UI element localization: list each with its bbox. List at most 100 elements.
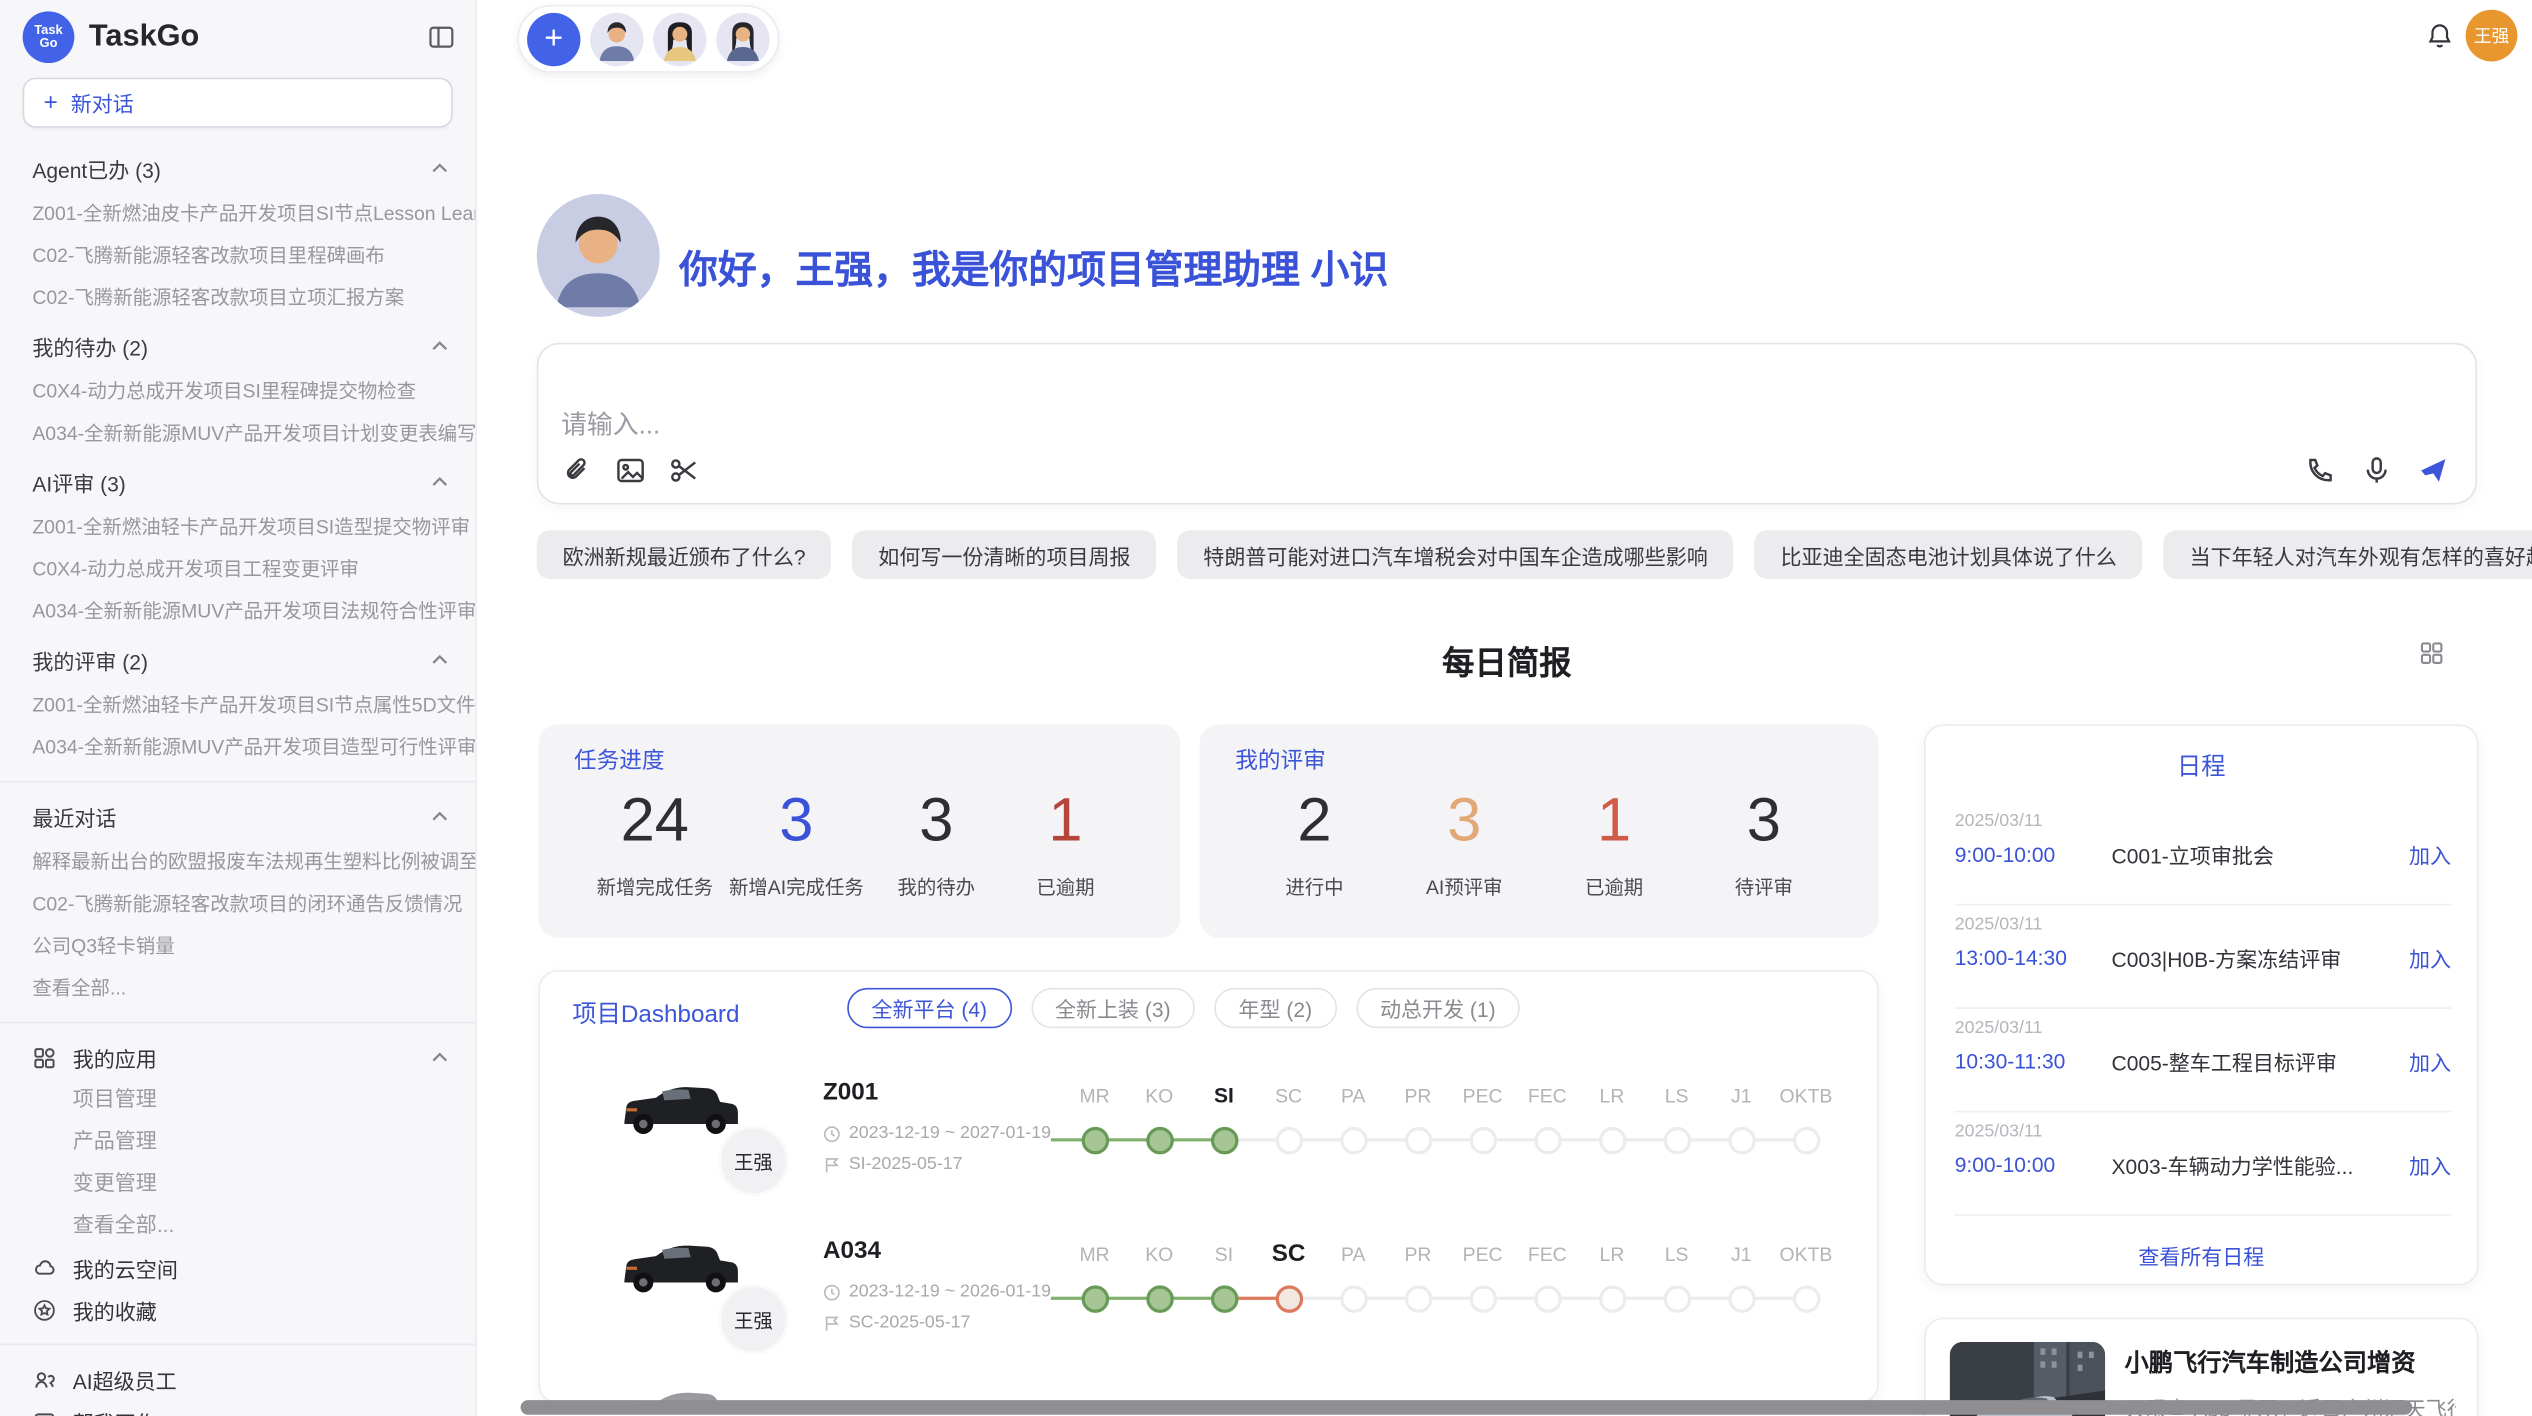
suggestion-chip[interactable]: 特朗普可能对进口汽车增税会对中国车企造成哪些影响 [1177,530,1733,579]
section-my-review[interactable]: 我的评审 (2) [0,639,475,681]
mic-icon[interactable] [2361,454,2393,486]
sidebar-task-item[interactable]: A034-全新新能源MUV产品开发项目造型可行性评审 [0,726,475,768]
milestone-label: PA [1341,1078,1365,1114]
chevron-up-icon[interactable] [430,472,449,491]
stat-label: 已逾期 [1036,873,1094,900]
chevron-up-icon[interactable] [430,650,449,669]
notification-bell-icon[interactable] [2425,21,2454,50]
paperclip-icon[interactable] [561,454,593,486]
chevron-up-icon[interactable] [430,158,449,177]
assistant-avatar-1[interactable] [590,12,643,65]
app-item-change-mgmt[interactable]: 变更管理 [0,1162,475,1204]
stat-label: 进行中 [1285,873,1343,900]
sidebar-task-item[interactable]: C02-飞腾新能源轻客改款项目立项汇报方案 [0,276,475,318]
suggestion-chip[interactable]: 比亚迪全固态电池计划具体说了什么 [1755,530,2143,579]
user-avatar[interactable]: 王强 [2466,10,2518,62]
milestone-dot [1598,1127,1625,1154]
sidebar-task-item[interactable]: Z001-全新燃油轻卡产品开发项目SI节点属性5D文件评审 [0,684,475,726]
phone-icon[interactable] [2304,454,2336,486]
logo-line2: Go [40,37,58,51]
add-assistant-button[interactable]: + [527,12,580,65]
suggestion-chip[interactable]: 当下年轻人对汽车外观有怎样的喜好趋势 [2164,530,2532,579]
schedule-item[interactable]: 2025/03/11 9:00-10:00 C001-立项审批会 加入 [1955,812,2451,870]
section-agent-done[interactable]: Agent已办 (3) [0,147,475,189]
milestone: FEC [1515,1078,1580,1154]
app-item-project-mgmt[interactable]: 项目管理 [0,1078,475,1120]
view-all-schedule-link[interactable]: 查看所有日程 [1926,1240,2477,1271]
new-chat-button[interactable]: + 新对话 [23,78,453,128]
divider [1955,904,2451,906]
suggestion-chip[interactable]: 如何写一份清晰的项目周报 [852,530,1156,579]
assistant-avatar-3[interactable] [716,12,769,65]
milestone: OKTB [1774,1078,1839,1154]
apps-view-all[interactable]: 查看全部... [0,1205,475,1247]
milestone: KO [1127,1237,1192,1313]
schedule-event-title: C001-立项审批会 [2112,839,2409,870]
join-link[interactable]: 加入 [2409,1150,2451,1181]
milestone: PA [1321,1237,1386,1313]
layout-grid-icon[interactable] [2419,640,2445,666]
divider [0,1344,475,1346]
milestone-dot [1275,1127,1302,1154]
schedule-item[interactable]: 2025/03/11 13:00-14:30 C003|H0B-方案冻结评审 加… [1955,915,2451,973]
milestone-dot [1081,1285,1108,1312]
sidebar-item-help-me-write[interactable]: 帮我写作 [0,1400,475,1416]
app-item-product-mgmt[interactable]: 产品管理 [0,1120,475,1162]
join-link[interactable]: 加入 [2409,839,2451,870]
sidebar-task-item[interactable]: C0X4-动力总成开发项目工程变更评审 [0,548,475,590]
recent-chat-item[interactable]: 公司Q3轻卡销量 [0,925,475,967]
milestone-label: PEC [1463,1237,1503,1273]
sidebar-item-favorites[interactable]: 我的收藏 [0,1289,475,1331]
sidebar-task-item[interactable]: Z001-全新燃油轻卡产品开发项目SI造型提交物评审 [0,506,475,548]
milestone-dot [1728,1285,1755,1312]
sidebar-task-item[interactable]: Z001-全新燃油皮卡产品开发项目SI节点Lesson Learn报告 [0,192,475,234]
tab-new-platform[interactable]: 全新平台 (4) [847,988,1011,1028]
sidebar-task-item[interactable]: A034-全新新能源MUV产品开发项目法规符合性评审 [0,590,475,632]
sidebar-item-ai-super-staff[interactable]: AI超级员工 [0,1358,475,1400]
milestone-label: PEC [1463,1078,1503,1114]
milestone-dot [1404,1127,1431,1154]
message-input[interactable] [558,399,2181,451]
section-ai-review[interactable]: AI评审 (3) [0,461,475,503]
section-my-todo[interactable]: 我的待办 (2) [0,325,475,367]
recent-chat-item[interactable]: C02-飞腾新能源轻客改款项目的闭环通告反馈情况 [0,883,475,925]
schedule-time: 9:00-10:00 [1955,842,2112,866]
tab-new-body[interactable]: 全新上装 (3) [1031,988,1195,1028]
section-recent-chats[interactable]: 最近对话 [0,795,475,837]
project-code: Z001 [823,1078,878,1105]
sidebar-task-item[interactable]: C0X4-动力总成开发项目SI里程碑提交物检查 [0,370,475,412]
sidebar-task-item[interactable]: C02-飞腾新能源轻客改款项目里程碑画布 [0,234,475,276]
milestone-label: LR [1600,1078,1625,1114]
schedule-item[interactable]: 2025/03/11 10:30-11:30 C005-整车工程目标评审 加入 [1955,1019,2451,1077]
milestone: SC [1256,1078,1321,1154]
horizontal-scrollbar[interactable] [521,1400,2413,1415]
scissors-icon[interactable] [668,454,700,486]
stat-value: 3 [779,786,813,857]
schedule-title: 日程 [1926,749,2477,783]
recent-view-all[interactable]: 查看全部... [0,967,475,1009]
milestone-label: OKTB [1780,1078,1833,1114]
milestone-label: PR [1404,1237,1431,1273]
tab-powertrain[interactable]: 动总开发 (1) [1356,988,1520,1028]
chevron-up-icon[interactable] [430,336,449,355]
assistant-avatar-2[interactable] [653,12,706,65]
sidebar-item-my-apps[interactable]: 我的应用 [0,1036,475,1078]
recent-chat-item[interactable]: 解释最新出台的欧盟报废车法规再生塑料比例被调至15%... [0,841,475,883]
owner-name: 王强 [734,1306,773,1333]
project-next-milestone: SC-2025-05-17 [823,1313,970,1332]
schedule-date: 2025/03/11 [1955,1122,2451,1141]
collapse-sidebar-icon[interactable] [427,23,456,52]
milestone: LR [1580,1237,1645,1313]
join-link[interactable]: 加入 [2409,943,2451,974]
stat-overdue: 1 已逾期 [1009,786,1122,901]
suggestion-chip[interactable]: 欧洲新规最近颁布了什么? [537,530,832,579]
image-icon[interactable] [614,454,646,486]
join-link[interactable]: 加入 [2409,1046,2451,1077]
sidebar-task-item[interactable]: A034-全新新能源MUV产品开发项目计划变更表编写 [0,412,475,454]
sidebar-item-cloud-space[interactable]: 我的云空间 [0,1247,475,1289]
send-icon[interactable] [2417,454,2449,486]
chevron-up-icon[interactable] [430,1048,449,1067]
tab-year-model[interactable]: 年型 (2) [1214,988,1336,1028]
schedule-item[interactable]: 2025/03/11 9:00-10:00 X003-车辆动力学性能验... 加… [1955,1122,2451,1180]
chevron-up-icon[interactable] [430,807,449,826]
